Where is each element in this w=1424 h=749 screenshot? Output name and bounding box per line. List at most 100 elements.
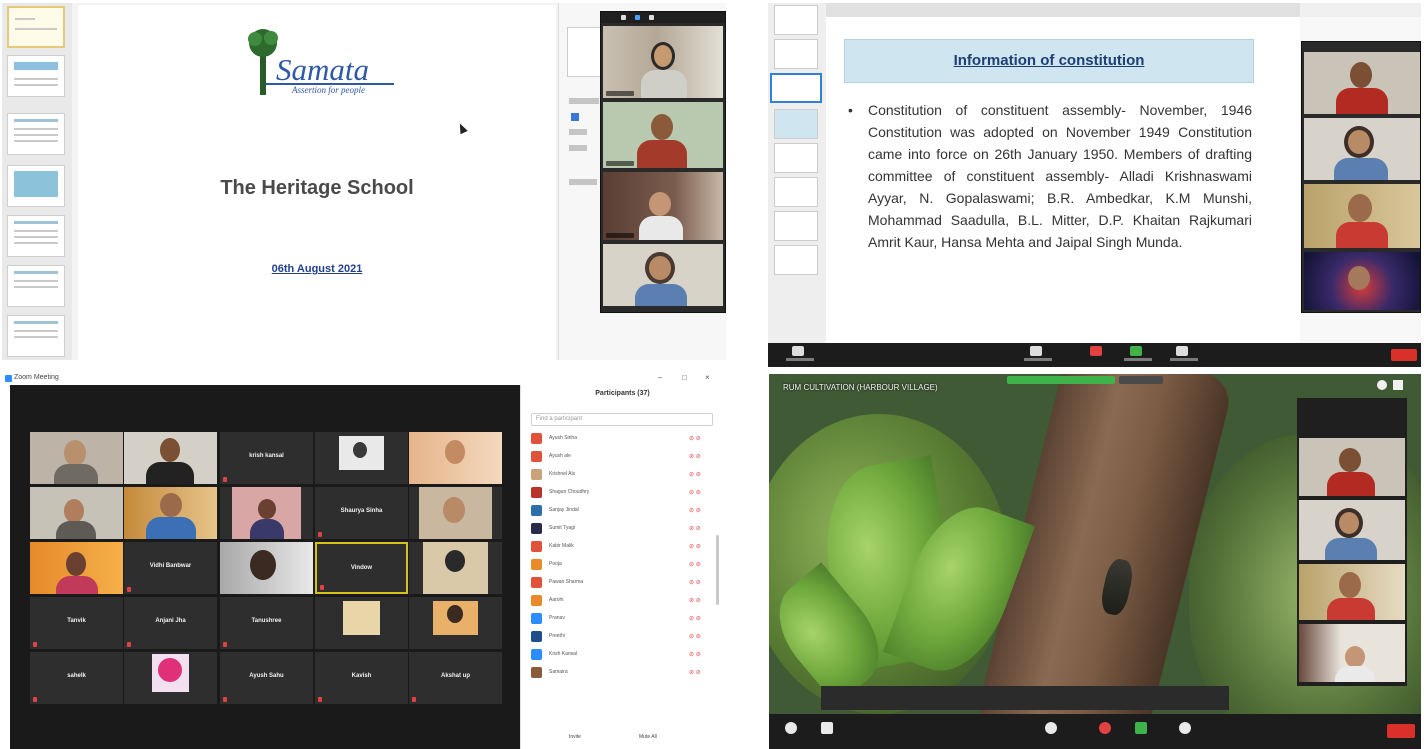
gallery-tile[interactable]: krish kansal [220, 432, 313, 484]
invite-button[interactable]: Invite [569, 734, 581, 745]
chat-icon[interactable] [1099, 722, 1111, 734]
muted-icons[interactable]: ⊘ ⊘ [689, 579, 701, 586]
participants-icon[interactable] [1030, 346, 1042, 356]
participant-row[interactable]: Krishnel Als ⊘ ⊘ [531, 467, 713, 481]
close-icon[interactable]: × [705, 373, 710, 382]
muted-icons[interactable]: ⊘ ⊘ [689, 525, 701, 532]
participant-row[interactable]: Ayush ale ⊘ ⊘ [531, 449, 713, 463]
maximize-icon[interactable]: □ [682, 373, 687, 382]
end-meeting-button[interactable] [1387, 724, 1415, 738]
slide-thumb-6[interactable] [774, 177, 818, 207]
slide-thumbnails[interactable] [2, 3, 72, 360]
gallery-tile[interactable]: Tanushree [220, 597, 313, 649]
strip-controls[interactable] [601, 12, 725, 23]
gallery-tile[interactable]: Vidhi Banbwar [124, 542, 217, 594]
participant-row[interactable]: Shagun Choudhry ⊘ ⊘ [531, 485, 713, 499]
slide-thumb-4[interactable] [774, 109, 818, 139]
gallery-tile[interactable]: Kavish [315, 652, 408, 704]
slide-thumb-2[interactable] [7, 55, 65, 97]
record-icon[interactable] [1179, 722, 1191, 734]
participant-row[interactable]: Ayush Sinha ⊘ ⊘ [531, 431, 713, 445]
participant-row[interactable]: Sumit Tyagi ⊘ ⊘ [531, 521, 713, 535]
muted-icons[interactable]: ⊘ ⊘ [689, 651, 701, 658]
gallery-tile[interactable]: Ayush Sahu [220, 652, 313, 704]
gallery-tile[interactable]: Shaurya Sinha [315, 487, 408, 539]
minimize-icon[interactable]: – [658, 373, 662, 382]
participant-row[interactable]: Samaira ⊘ ⊘ [531, 665, 713, 679]
muted-icons[interactable]: ⊘ ⊘ [689, 471, 701, 478]
slide-thumb-6[interactable] [7, 265, 65, 307]
gallery-tile-active-speaker[interactable]: Vindow [315, 542, 408, 594]
gallery-tile[interactable]: sahelk [30, 652, 123, 704]
view-options-button[interactable] [1119, 376, 1163, 384]
gallery-tile[interactable] [30, 487, 123, 539]
gallery-tile[interactable] [124, 487, 217, 539]
share-screen-icon[interactable] [1130, 346, 1142, 356]
slide-thumb-5[interactable] [774, 143, 818, 173]
participant-row[interactable]: Kabir Malik ⊘ ⊘ [531, 539, 713, 553]
participant-row[interactable]: Pawan Sharma ⊘ ⊘ [531, 575, 713, 589]
slide-thumbnails[interactable] [768, 3, 824, 343]
gallery-tile[interactable]: Akshat up [409, 652, 502, 704]
zoom-toolbar[interactable] [769, 714, 1421, 749]
video-strip[interactable] [600, 11, 726, 313]
mute-icon[interactable] [785, 722, 797, 734]
participant-row[interactable]: Sanjay Jindal ⊘ ⊘ [531, 503, 713, 517]
slide-thumb-2[interactable] [774, 39, 818, 69]
gallery-tile[interactable] [220, 542, 313, 594]
participant-row[interactable]: Aarohi ⊘ ⊘ [531, 593, 713, 607]
video-strip[interactable] [1301, 41, 1421, 313]
slide-thumb-8[interactable] [774, 245, 818, 275]
gallery-tile[interactable] [30, 542, 123, 594]
slide-thumb-3[interactable] [7, 113, 65, 155]
info-icon[interactable] [1377, 380, 1387, 390]
muted-icons[interactable]: ⊘ ⊘ [689, 561, 701, 568]
muted-icons[interactable]: ⊘ ⊘ [689, 435, 701, 442]
gallery-tile[interactable]: Tanvik [30, 597, 123, 649]
muted-icons[interactable]: ⊘ ⊘ [689, 543, 701, 550]
chat-icon[interactable] [1090, 346, 1102, 356]
view-icon[interactable] [635, 15, 640, 20]
layout-icon[interactable] [649, 15, 654, 20]
video-strip[interactable] [1297, 398, 1407, 686]
slide-thumb-3[interactable] [770, 73, 822, 103]
mute-icon[interactable] [792, 346, 804, 356]
muted-icons[interactable]: ⊘ ⊘ [689, 633, 701, 640]
mute-all-button[interactable]: Mute All [639, 734, 657, 745]
gallery-tile[interactable] [409, 432, 502, 484]
panel-checkbox[interactable] [571, 113, 579, 121]
muted-icons[interactable]: ⊘ ⊘ [689, 615, 701, 622]
zoom-toolbar[interactable] [768, 343, 1421, 367]
muted-icons[interactable]: ⊘ ⊘ [689, 597, 701, 604]
gallery-tile[interactable] [220, 487, 313, 539]
slide-thumb-1[interactable] [7, 6, 65, 48]
participant-row[interactable]: Pranav ⊘ ⊘ [531, 611, 713, 625]
gallery-tile[interactable] [124, 652, 217, 704]
slide-thumb-7[interactable] [7, 315, 65, 357]
gallery-tile[interactable] [315, 432, 408, 484]
gallery-tile[interactable] [409, 597, 502, 649]
gallery-view[interactable]: krish kansal Shaurya Sinha Vidhi Banbwar… [10, 385, 520, 749]
record-icon[interactable] [1176, 346, 1188, 356]
gallery-tile[interactable] [409, 542, 502, 594]
share-screen-icon[interactable] [1135, 722, 1147, 734]
muted-icons[interactable]: ⊘ ⊘ [689, 507, 701, 514]
gallery-tile[interactable]: Anjani Jha [124, 597, 217, 649]
gallery-tile[interactable] [409, 487, 502, 539]
slide-thumb-4[interactable] [7, 165, 65, 207]
minimize-icon[interactable] [621, 15, 626, 20]
gallery-tile[interactable] [124, 432, 217, 484]
gallery-tile[interactable] [30, 432, 123, 484]
participant-row[interactable]: Pooja ⊘ ⊘ [531, 557, 713, 571]
participants-scrollbar[interactable] [716, 535, 719, 605]
participant-search-input[interactable]: Find a participant [531, 413, 713, 426]
participant-row[interactable]: Preethi ⊘ ⊘ [531, 629, 713, 643]
muted-icons[interactable]: ⊘ ⊘ [689, 489, 701, 496]
video-camera-icon[interactable] [821, 722, 833, 734]
sharing-banner[interactable] [1007, 376, 1115, 384]
view-icon[interactable] [1393, 380, 1403, 390]
muted-icons[interactable]: ⊘ ⊘ [689, 669, 701, 676]
muted-icons[interactable]: ⊘ ⊘ [689, 453, 701, 460]
participants-icon[interactable] [1045, 722, 1057, 734]
slide-thumb-5[interactable] [7, 215, 65, 257]
